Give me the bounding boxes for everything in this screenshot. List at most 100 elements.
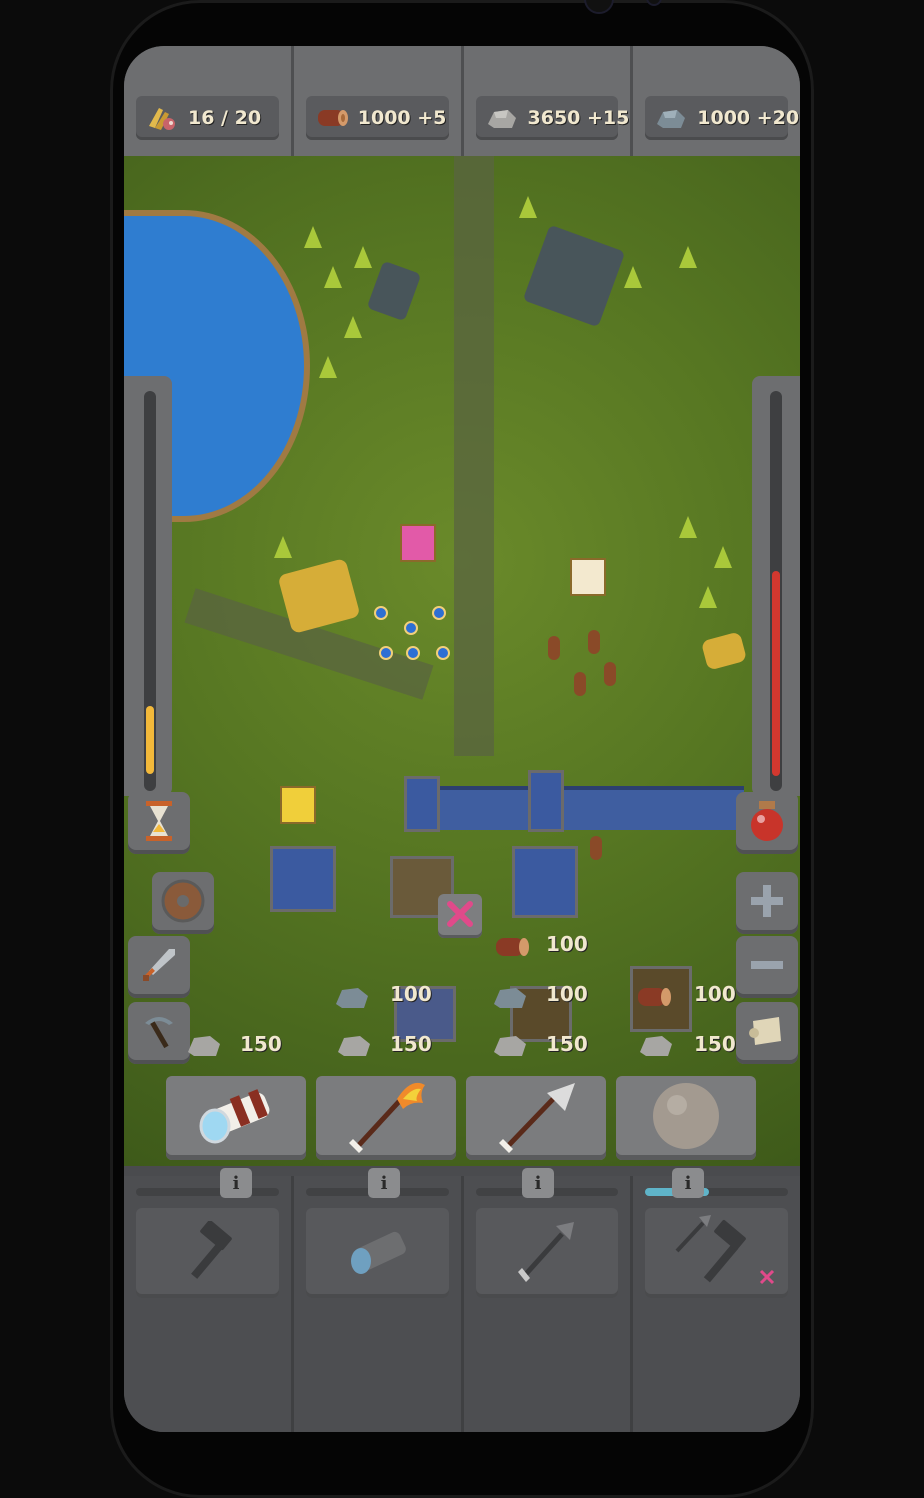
soldier-unit[interactable] (374, 606, 388, 620)
wood-value: 1000 +5 (357, 107, 447, 129)
sensor-icon (646, 0, 662, 6)
hourglass-icon (142, 799, 176, 847)
wood-icon (314, 103, 350, 133)
weapon-slot-spyglass[interactable] (166, 1076, 306, 1160)
stone-icon (334, 984, 370, 1010)
tree (354, 246, 372, 268)
food-icon (144, 103, 180, 133)
road-vertical (454, 156, 494, 756)
close-icon (446, 900, 474, 932)
zoom-out-button[interactable] (736, 936, 798, 998)
resource-wood: 1000 +5 (294, 46, 464, 156)
soldier-unit[interactable] (436, 646, 450, 660)
food-value: 16 / 20 (188, 107, 262, 129)
cost-label: 150 (546, 1032, 588, 1056)
soldier-unit[interactable] (379, 646, 393, 660)
soldier-unit[interactable] (432, 606, 446, 620)
tree (324, 266, 342, 288)
scroll-icon (747, 1013, 787, 1053)
cavalry-unit[interactable] (574, 672, 586, 696)
stone-icon (484, 103, 520, 133)
resource-stone: 3650 +15 (464, 46, 634, 156)
slot-progress (136, 1188, 279, 1196)
tree (304, 226, 322, 248)
cost-label: 150 (694, 1032, 736, 1056)
sword-icon (139, 945, 179, 989)
tree (624, 266, 642, 288)
stone-icon (492, 1032, 528, 1058)
bottom-slot-column (124, 1176, 294, 1432)
pickaxe-icon (139, 1011, 179, 1055)
spyglass-icon (337, 1221, 417, 1285)
tree (274, 536, 292, 558)
stone-icon (336, 1032, 372, 1058)
rock-formation-small (366, 260, 422, 322)
scroll-button[interactable] (736, 1002, 798, 1064)
tree (714, 546, 732, 568)
info-icon: i (534, 1172, 542, 1194)
bottom-slot-column (294, 1176, 464, 1432)
bottom-slot-column (464, 1176, 634, 1432)
tree (519, 196, 537, 218)
player-banner[interactable] (400, 524, 436, 562)
info-button[interactable]: i (368, 1168, 400, 1198)
rock-formation (522, 224, 626, 328)
cavalry-unit[interactable] (588, 630, 600, 654)
bottom-panel (124, 1176, 800, 1432)
iron-icon (653, 103, 689, 133)
bottom-slot[interactable] (305, 1208, 449, 1298)
tree (344, 316, 362, 338)
left-gauge-fill (146, 706, 154, 774)
info-button[interactable]: i (672, 1168, 704, 1198)
stone-icon (186, 1032, 222, 1058)
potion-button[interactable] (736, 792, 798, 854)
arrow-icon (512, 1216, 582, 1290)
stable[interactable] (512, 846, 578, 918)
archer-banner[interactable] (280, 786, 316, 824)
fire-arrow-icon (341, 1079, 431, 1157)
soldier-unit[interactable] (404, 621, 418, 635)
boulder-icon (649, 1079, 723, 1157)
castle-wall[interactable] (404, 786, 744, 830)
spyglass-icon (191, 1084, 281, 1152)
cavalry-unit[interactable] (548, 636, 560, 660)
bottom-slot[interactable] (136, 1208, 279, 1298)
cavalry-unit[interactable] (590, 836, 602, 860)
cost-label: 100 (546, 982, 588, 1006)
resource-bar: 16 / 20 1000 +5 3650 +15 1000 +20 (124, 46, 800, 156)
tree (679, 246, 697, 268)
tree (679, 516, 697, 538)
sword-button[interactable] (128, 936, 190, 998)
wood-icon (636, 984, 672, 1010)
wall-tower[interactable] (528, 770, 564, 832)
zoom-in-button[interactable] (736, 872, 798, 934)
tree (319, 356, 337, 378)
wall-tower[interactable] (404, 776, 440, 832)
hourglass-button[interactable] (128, 792, 190, 854)
cavalry-unit[interactable] (604, 662, 616, 686)
info-icon: i (684, 1172, 692, 1194)
enemy-banner[interactable] (570, 558, 606, 596)
resource-food: 16 / 20 (124, 46, 294, 156)
weapon-slot-fire-arrow[interactable] (316, 1076, 456, 1160)
game-map[interactable] (124, 156, 800, 1166)
gold-deposit-small (700, 631, 748, 671)
shield-icon (161, 879, 205, 927)
arrow-hammer-icon (657, 1211, 777, 1295)
bottom-slot[interactable] (475, 1208, 619, 1298)
shield-button[interactable] (152, 872, 214, 934)
info-button[interactable]: i (220, 1168, 252, 1198)
weapon-slot-arrow[interactable] (466, 1076, 606, 1160)
soldier-unit[interactable] (406, 646, 420, 660)
info-icon: i (380, 1172, 388, 1194)
stone-value: 3650 +15 (527, 107, 630, 129)
bottom-slot[interactable] (645, 1208, 788, 1298)
front-camera-icon (584, 0, 614, 14)
weapon-slot-boulder[interactable] (616, 1076, 756, 1160)
pickaxe-button[interactable] (128, 1002, 190, 1064)
tree (699, 586, 717, 608)
archer-tower[interactable] (270, 846, 336, 912)
delete-button[interactable] (438, 894, 482, 938)
info-button[interactable]: i (522, 1168, 554, 1198)
stone-icon (638, 1032, 674, 1058)
